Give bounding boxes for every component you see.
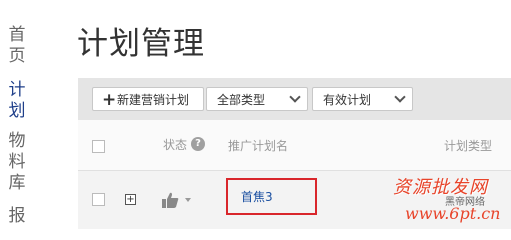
toolbar: + 新建营销计划 全部类型 有效计划 <box>78 78 511 120</box>
status-caret-icon[interactable] <box>185 198 191 202</box>
plus-icon: + <box>102 90 117 110</box>
add-plan-label: 新建营销计划 <box>117 93 190 107</box>
nav-item-plans[interactable]: 计划 <box>7 80 27 122</box>
watermark-site: www.6pt.cn <box>405 204 501 223</box>
select-all-checkbox[interactable] <box>92 140 105 153</box>
row-checkbox[interactable] <box>92 193 105 206</box>
status-filter-value: 有效计划 <box>323 93 372 107</box>
nav-item-home[interactable]: 首页 <box>7 25 27 67</box>
chevron-down-icon <box>289 91 301 103</box>
plan-name-highlight: 首焦3 <box>226 178 317 215</box>
nav-item-reports[interactable]: 报 <box>7 206 27 227</box>
page-title: 计划管理 <box>77 26 205 62</box>
plan-name-link[interactable]: 首焦3 <box>241 190 273 204</box>
column-header-status: 状态 <box>163 138 188 152</box>
type-filter-value: 全部类型 <box>217 93 266 107</box>
left-nav: 首页 计划 物料库 报 <box>0 0 40 229</box>
status-filter-dropdown[interactable]: 有效计划 <box>312 87 413 111</box>
help-icon[interactable]: ? <box>191 137 205 151</box>
chevron-down-icon <box>394 91 406 103</box>
column-header-type: 计划类型 <box>444 139 493 153</box>
add-plan-button[interactable]: + 新建营销计划 <box>92 87 204 111</box>
thumbs-up-icon[interactable] <box>160 190 180 210</box>
expand-icon[interactable]: + <box>125 194 136 205</box>
table-header: 状态 ? 推广计划名 计划类型 <box>78 120 511 171</box>
nav-item-materials[interactable]: 物料库 <box>7 131 27 194</box>
column-header-name: 推广计划名 <box>228 139 289 153</box>
type-filter-dropdown[interactable]: 全部类型 <box>206 87 308 111</box>
